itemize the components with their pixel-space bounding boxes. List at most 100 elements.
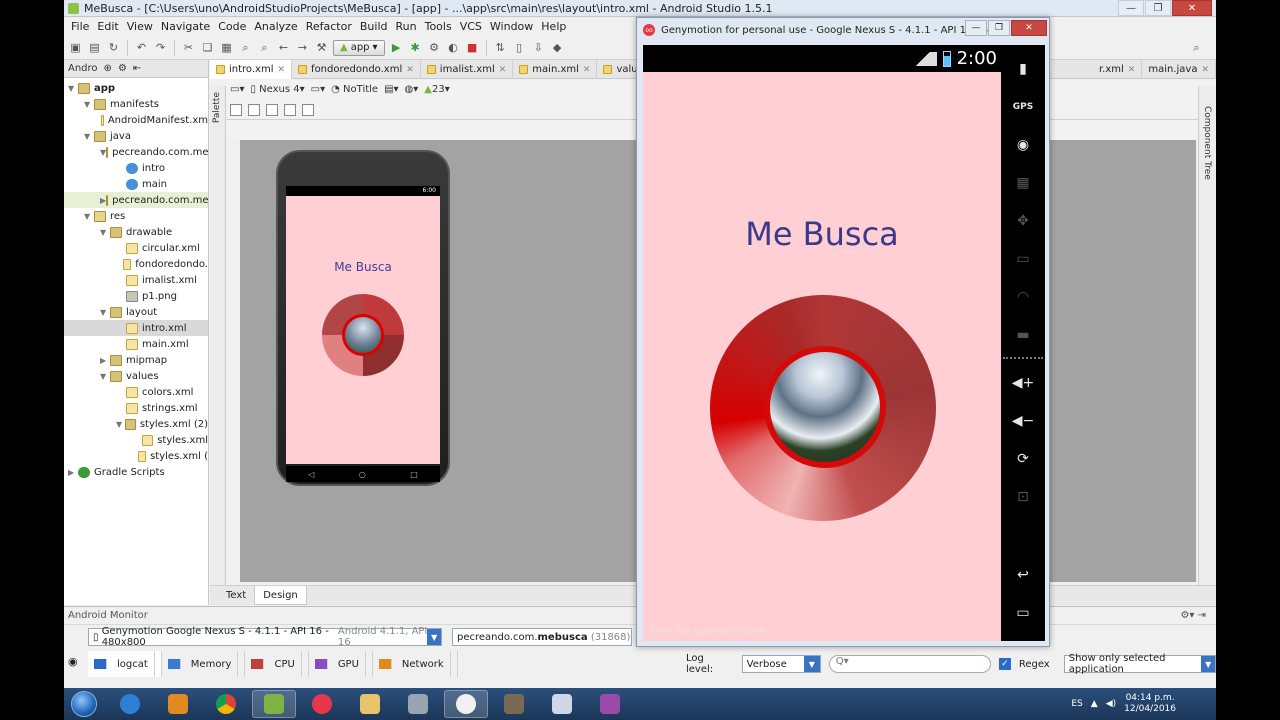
taskbar-genymotion[interactable]: [300, 690, 344, 718]
expanded-arrow-icon[interactable]: ▼: [68, 84, 78, 93]
device-select[interactable]: ▯ Nexus 4▾: [250, 84, 304, 95]
monitor-tab-network[interactable]: Network: [373, 651, 458, 677]
back-icon[interactable]: ←: [276, 40, 291, 55]
close-tab-icon[interactable]: ✕: [1201, 65, 1209, 75]
sdk-manager-icon[interactable]: ⇩: [531, 40, 546, 55]
menu-item-window[interactable]: Window: [486, 20, 537, 33]
cut-icon[interactable]: ✂: [181, 40, 196, 55]
forward-icon[interactable]: →: [295, 40, 310, 55]
fit-width-icon[interactable]: [284, 104, 296, 116]
rotate-icon[interactable]: ⟳: [1009, 445, 1037, 473]
api-select[interactable]: ▲23▾: [424, 84, 449, 95]
logcat-search-input[interactable]: Q▾: [828, 655, 991, 673]
screenshot-icon[interactable]: ◉: [68, 655, 78, 668]
menu-item-run[interactable]: Run: [392, 20, 421, 33]
monitor-tab-memory[interactable]: Memory: [162, 651, 246, 677]
component-tree-tab[interactable]: Component Tree: [1202, 106, 1212, 180]
expanded-arrow-icon[interactable]: ▼: [100, 308, 110, 317]
tree-item[interactable]: ▼ drawable: [64, 224, 208, 240]
tree-item[interactable]: styles.xml: [64, 432, 208, 448]
fit-height-icon[interactable]: [302, 104, 314, 116]
tree-item[interactable]: intro: [64, 160, 208, 176]
emulator-screen[interactable]: 2:00 Me Busca free for personal use: [643, 45, 1001, 641]
start-button[interactable]: [64, 689, 104, 719]
menu-item-code[interactable]: Code: [214, 20, 250, 33]
run-config-select[interactable]: ▲ app ▾: [333, 39, 385, 56]
tree-item[interactable]: ▼ layout: [64, 304, 208, 320]
regex-checkbox[interactable]: ✓: [998, 658, 1011, 670]
tree-item[interactable]: circular.xml: [64, 240, 208, 256]
tree-item[interactable]: ▶ pecreando.com.me: [64, 192, 209, 208]
expanded-arrow-icon[interactable]: ▼: [84, 212, 94, 221]
editor-tab[interactable]: imalist.xml ✕: [421, 60, 514, 79]
make-project-icon[interactable]: ⚒: [314, 40, 329, 55]
close-tab-icon[interactable]: ✕: [278, 65, 286, 75]
taskbar-calculator[interactable]: [396, 690, 440, 718]
replace-icon[interactable]: ⌕: [257, 40, 272, 55]
taskbar-android-studio[interactable]: [252, 690, 296, 718]
menu-item-vcs[interactable]: VCS: [456, 20, 486, 33]
tree-item[interactable]: ▼ styles.xml (2): [64, 416, 208, 432]
tree-item[interactable]: ▼ manifests: [64, 96, 208, 112]
tree-item[interactable]: main.xml: [64, 336, 208, 352]
tree-item[interactable]: ▼ values: [64, 368, 208, 384]
settings-icon[interactable]: ⚙: [118, 63, 127, 74]
editor-tab[interactable]: fondoredondo.xml ✕: [292, 60, 421, 79]
theme-select[interactable]: ◔ NoTitle: [331, 84, 378, 95]
language-indicator[interactable]: ES: [1071, 699, 1082, 709]
grid-icon[interactable]: [266, 104, 278, 116]
tree-item[interactable]: imalist.xml: [64, 272, 208, 288]
undo-icon[interactable]: ↶: [134, 40, 149, 55]
menu-item-edit[interactable]: Edit: [93, 20, 122, 33]
sync-gradle-icon[interactable]: ⇅: [493, 40, 508, 55]
search-everywhere-icon[interactable]: ⌕: [1189, 40, 1204, 55]
tree-item[interactable]: ▶ Gradle Scripts: [64, 464, 208, 480]
editor-tab[interactable]: r.xml ✕: [1093, 60, 1143, 79]
recent-apps-icon[interactable]: ▭: [1009, 599, 1037, 627]
close-tab-icon[interactable]: ✕: [1128, 65, 1136, 75]
tree-item[interactable]: colors.xml: [64, 384, 208, 400]
debug-icon[interactable]: ✱: [408, 40, 423, 55]
expanded-arrow-icon[interactable]: ▼: [84, 100, 94, 109]
settings-icon[interactable]: ⚙▾ ⇥: [1180, 610, 1206, 621]
minimize-button[interactable]: —: [965, 20, 987, 36]
preview-screen[interactable]: 6:00 Me Busca ◁ ○ □: [286, 186, 440, 482]
monitor-tab-cpu[interactable]: CPU: [245, 651, 309, 677]
layout-icon[interactable]: [230, 104, 242, 116]
menu-item-file[interactable]: File: [67, 20, 93, 33]
expanded-arrow-icon[interactable]: ▼: [116, 420, 125, 429]
maximize-button[interactable]: ❐: [1145, 0, 1171, 16]
copy-icon[interactable]: ❏: [200, 40, 215, 55]
menu-item-tools[interactable]: Tools: [421, 20, 456, 33]
tree-item[interactable]: ▼ res: [64, 208, 208, 224]
log-level-select[interactable]: Verbose ▼: [741, 655, 821, 673]
editor-tab[interactable]: intro.xml ✕: [210, 60, 293, 79]
camera-widget-icon[interactable]: ◉: [1009, 131, 1037, 159]
taskbar-genymotion-player[interactable]: [444, 690, 488, 718]
tree-item[interactable]: fondoredondo.: [64, 256, 208, 272]
close-tab-icon[interactable]: ✕: [583, 65, 591, 75]
monitor-tab-logcat[interactable]: logcat: [88, 651, 162, 677]
tab-design[interactable]: Design: [254, 586, 307, 605]
volume-tray-icon[interactable]: ◀): [1106, 699, 1116, 709]
process-select[interactable]: pecreando.com. mebusca (31868): [452, 628, 632, 646]
attach-debugger-icon[interactable]: ⚙: [427, 40, 442, 55]
volume-down-icon[interactable]: ◀−: [1009, 407, 1037, 435]
tree-item[interactable]: p1.png: [64, 288, 208, 304]
network-tray-icon[interactable]: ▲: [1091, 699, 1098, 709]
menu-item-view[interactable]: View: [123, 20, 157, 33]
expanded-arrow-icon[interactable]: ▼: [84, 132, 94, 141]
menu-item-refactor[interactable]: Refactor: [302, 20, 356, 33]
tree-item[interactable]: main: [64, 176, 208, 192]
maximize-button[interactable]: ❐: [988, 20, 1010, 36]
collapsed-arrow-icon[interactable]: ▶: [68, 468, 78, 477]
close-tab-icon[interactable]: ✕: [406, 65, 414, 75]
gps-widget-icon[interactable]: GPS: [1009, 93, 1037, 121]
tree-item[interactable]: styles.xml (: [64, 448, 208, 464]
tree-item[interactable]: ▼ pecreando.com.me: [64, 144, 209, 160]
open-folder-icon[interactable]: ▣: [68, 40, 83, 55]
sync-icon[interactable]: ↻: [106, 40, 121, 55]
taskbar-recorder[interactable]: [588, 690, 632, 718]
activity-select-icon[interactable]: ▤▾: [384, 84, 398, 95]
menu-item-build[interactable]: Build: [356, 20, 392, 33]
